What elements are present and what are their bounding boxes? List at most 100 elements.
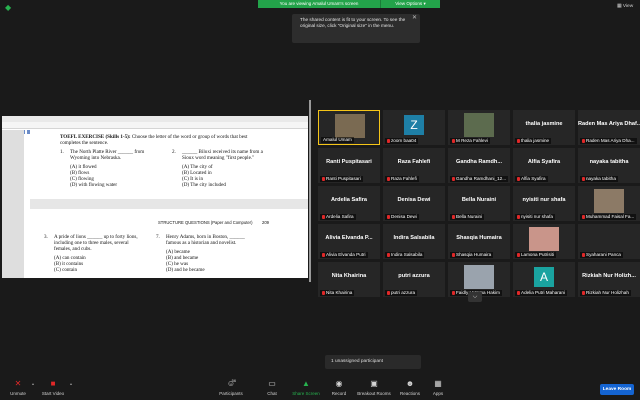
page-break xyxy=(30,199,308,209)
participant-label: thalia jasmine xyxy=(515,138,552,144)
q1-option-d: (D) with flowing water xyxy=(70,182,118,188)
participant-tile[interactable]: Ranti Puspitasari Ranti Puspitasari xyxy=(318,148,380,183)
participant-label-text: Indira Salsabila xyxy=(391,252,423,257)
q1-number: 1. xyxy=(60,149,64,155)
q3-number: 3. xyxy=(44,234,48,240)
participant-tile[interactable]: Muhammad Faisal Fa... xyxy=(578,186,640,221)
participant-avatar: Z xyxy=(404,115,424,135)
participant-tile[interactable]: Alivia Elvanda P... Alivia Elvanda Putri xyxy=(318,224,380,259)
participant-label: Lamona Putrisiti xyxy=(515,252,556,258)
apps-button[interactable]: ▦ Apps xyxy=(430,378,446,398)
breakout-rooms-button[interactable]: ▣ Breakout Rooms xyxy=(356,378,392,398)
participant-label: Raden Mas Ariya Dha... xyxy=(580,138,637,144)
reactions-button[interactable]: ☻ Reactions xyxy=(398,378,422,398)
participant-tile[interactable]: Gandha Ramdh... Gandha Ramdhani_12... xyxy=(448,148,510,183)
section-header: STRUCTURE QUESTIONS (Paper and Computer) xyxy=(158,220,253,225)
participant-tile[interactable]: Syaharani Panca xyxy=(578,224,640,259)
participant-tile[interactable]: Indira Salsabila Indira Salsabila xyxy=(383,224,445,259)
participant-label: nayaka tabitha xyxy=(580,176,618,182)
participant-label-text: thalia jasmine xyxy=(521,138,550,143)
caret-up-icon[interactable]: ▴ xyxy=(70,381,72,386)
participant-label-text: Shasqia Humaira xyxy=(456,252,492,257)
document-page: TOEFL EXERCISE (Skills 1-5): Choose the … xyxy=(30,130,308,278)
mic-muted-icon xyxy=(582,290,585,295)
participant-label-text: Adelia Putri Maharani xyxy=(521,290,565,295)
mic-muted-icon xyxy=(452,176,455,181)
participant-name: Alivia Elvanda P... xyxy=(325,235,373,241)
chat-button[interactable]: ▭ Chat xyxy=(262,378,282,398)
start-video-button[interactable]: ■ Start Video ▴ xyxy=(38,378,72,398)
apps-icon: ▦ xyxy=(434,379,442,388)
record-icon: ◉ xyxy=(335,379,343,388)
participants-button[interactable]: ☺ 56 Participants xyxy=(216,378,246,398)
participant-tile[interactable]: nayaka tabitha nayaka tabitha xyxy=(578,148,640,183)
chevron-down-icon[interactable]: ⌵ xyxy=(468,292,482,302)
participant-label-text: Raza Fahlefi xyxy=(391,176,417,181)
q1-text-2: Wyoming into Nebraska. xyxy=(70,155,122,161)
participant-label-text: Rizkiah Nur Holizhah xyxy=(586,290,629,295)
participant-tile[interactable]: A Adelia Putri Maharani xyxy=(513,262,575,297)
share-screen-icon: ▲ xyxy=(302,379,310,388)
participant-tile[interactable]: thalia jasmine thalia jasmine xyxy=(513,110,575,145)
participant-tile[interactable]: Nita Khairina Nita Khairina xyxy=(318,262,380,297)
caret-up-icon[interactable]: ▴ xyxy=(32,381,34,386)
mic-muted-icon xyxy=(582,138,585,143)
participant-tile[interactable]: Ardelia Safira Ardelia Safira xyxy=(318,186,380,221)
participant-label: zoom baa04 xyxy=(385,138,419,144)
participant-name: putri azzura xyxy=(398,273,430,279)
mic-muted-icon xyxy=(452,252,455,257)
participant-label-text: Ranti Puspitasari xyxy=(326,176,361,181)
participant-label-text: Alivia Elvanda Putri xyxy=(326,252,366,257)
leave-room-button[interactable]: Leave Room xyxy=(600,384,634,395)
participant-tile[interactable]: Amalul Umam xyxy=(318,110,380,145)
mic-muted-icon xyxy=(387,252,390,257)
participant-label: Ranti Puspitasari xyxy=(320,176,363,182)
mic-muted-icon xyxy=(582,252,585,257)
participant-label-text: Denisa Dewi xyxy=(391,214,417,219)
mic-muted-icon xyxy=(517,252,520,257)
participant-tile[interactable]: Alfia Syafira Alfia Syafira xyxy=(513,148,575,183)
participant-tile[interactable]: M Reza Fahlevi xyxy=(448,110,510,145)
close-icon[interactable]: ✕ xyxy=(412,15,417,21)
participant-label-text: Nita Khairina xyxy=(326,290,353,295)
participant-label-text: nyisiti nur shafa xyxy=(521,214,553,219)
participant-label: nyisiti nur shafa xyxy=(515,214,555,220)
participant-label-text: Gandha Ramdhani_12... xyxy=(456,176,507,181)
meeting-toolbar: ✕ Unmute ▴ ■ Start Video ▴ ☺ 56 Particip… xyxy=(0,376,640,400)
view-options-button[interactable]: View Options ▾ xyxy=(380,0,440,8)
q2-number: 2. xyxy=(172,149,176,155)
unmute-button[interactable]: ✕ Unmute ▴ xyxy=(6,378,34,398)
shared-window-sidebar xyxy=(2,130,24,278)
participant-label-text: Ardelia Safira xyxy=(326,214,354,219)
view-button[interactable]: ▦ View xyxy=(617,3,637,11)
shared-window-ribbon xyxy=(2,122,308,134)
share-screen-button[interactable]: ▲ Share Screen xyxy=(290,378,322,398)
participant-name: Denisa Dewi xyxy=(397,197,431,203)
participant-label: Syaharani Panca xyxy=(580,252,623,258)
split-divider[interactable] xyxy=(309,100,311,282)
participant-tile[interactable]: Denisa Dewi Denisa Dewi xyxy=(383,186,445,221)
mic-muted-icon xyxy=(517,214,520,219)
mic-muted-icon xyxy=(517,290,520,295)
participant-tile[interactable]: Bella Nuraini Bella Nuraini xyxy=(448,186,510,221)
participant-label-text: Syaharani Panca xyxy=(586,252,621,257)
record-button[interactable]: ◉ Record xyxy=(328,378,350,398)
participant-tile[interactable]: Zzoom baa04 xyxy=(383,110,445,145)
participant-name: Shasqia Humaira xyxy=(456,235,502,241)
participant-tile[interactable]: putri azzura putri azzura xyxy=(383,262,445,297)
participant-label: Nita Khairina xyxy=(320,290,355,296)
participant-tile[interactable]: Raza Fahlefi Raza Fahlefi xyxy=(383,148,445,183)
participant-label: Muhammad Faisal Fa... xyxy=(580,214,637,220)
shield-icon[interactable]: ◆ xyxy=(5,4,12,12)
mic-muted-icon xyxy=(387,214,390,219)
participant-tile[interactable]: Lamona Putrisiti xyxy=(513,224,575,259)
q2-option-d: (D) The city included xyxy=(182,182,226,188)
participant-tile[interactable]: Raden Mas Ariya Dhaf... Raden Mas Ariya D… xyxy=(578,110,640,145)
mic-muted-icon xyxy=(322,290,325,295)
participant-tile[interactable]: Rizkiah Nur Holizh... Rizkiah Nur Holizha… xyxy=(578,262,640,297)
participant-name: thalia jasmine xyxy=(525,121,563,127)
participant-tile[interactable]: nyisiti nur shafa nyisiti nur shafa xyxy=(513,186,575,221)
participant-tile[interactable]: Shasqia Humaira Shasqia Humaira xyxy=(448,224,510,259)
unmute-label: Unmute xyxy=(10,391,26,396)
mic-muted-icon xyxy=(582,214,585,219)
